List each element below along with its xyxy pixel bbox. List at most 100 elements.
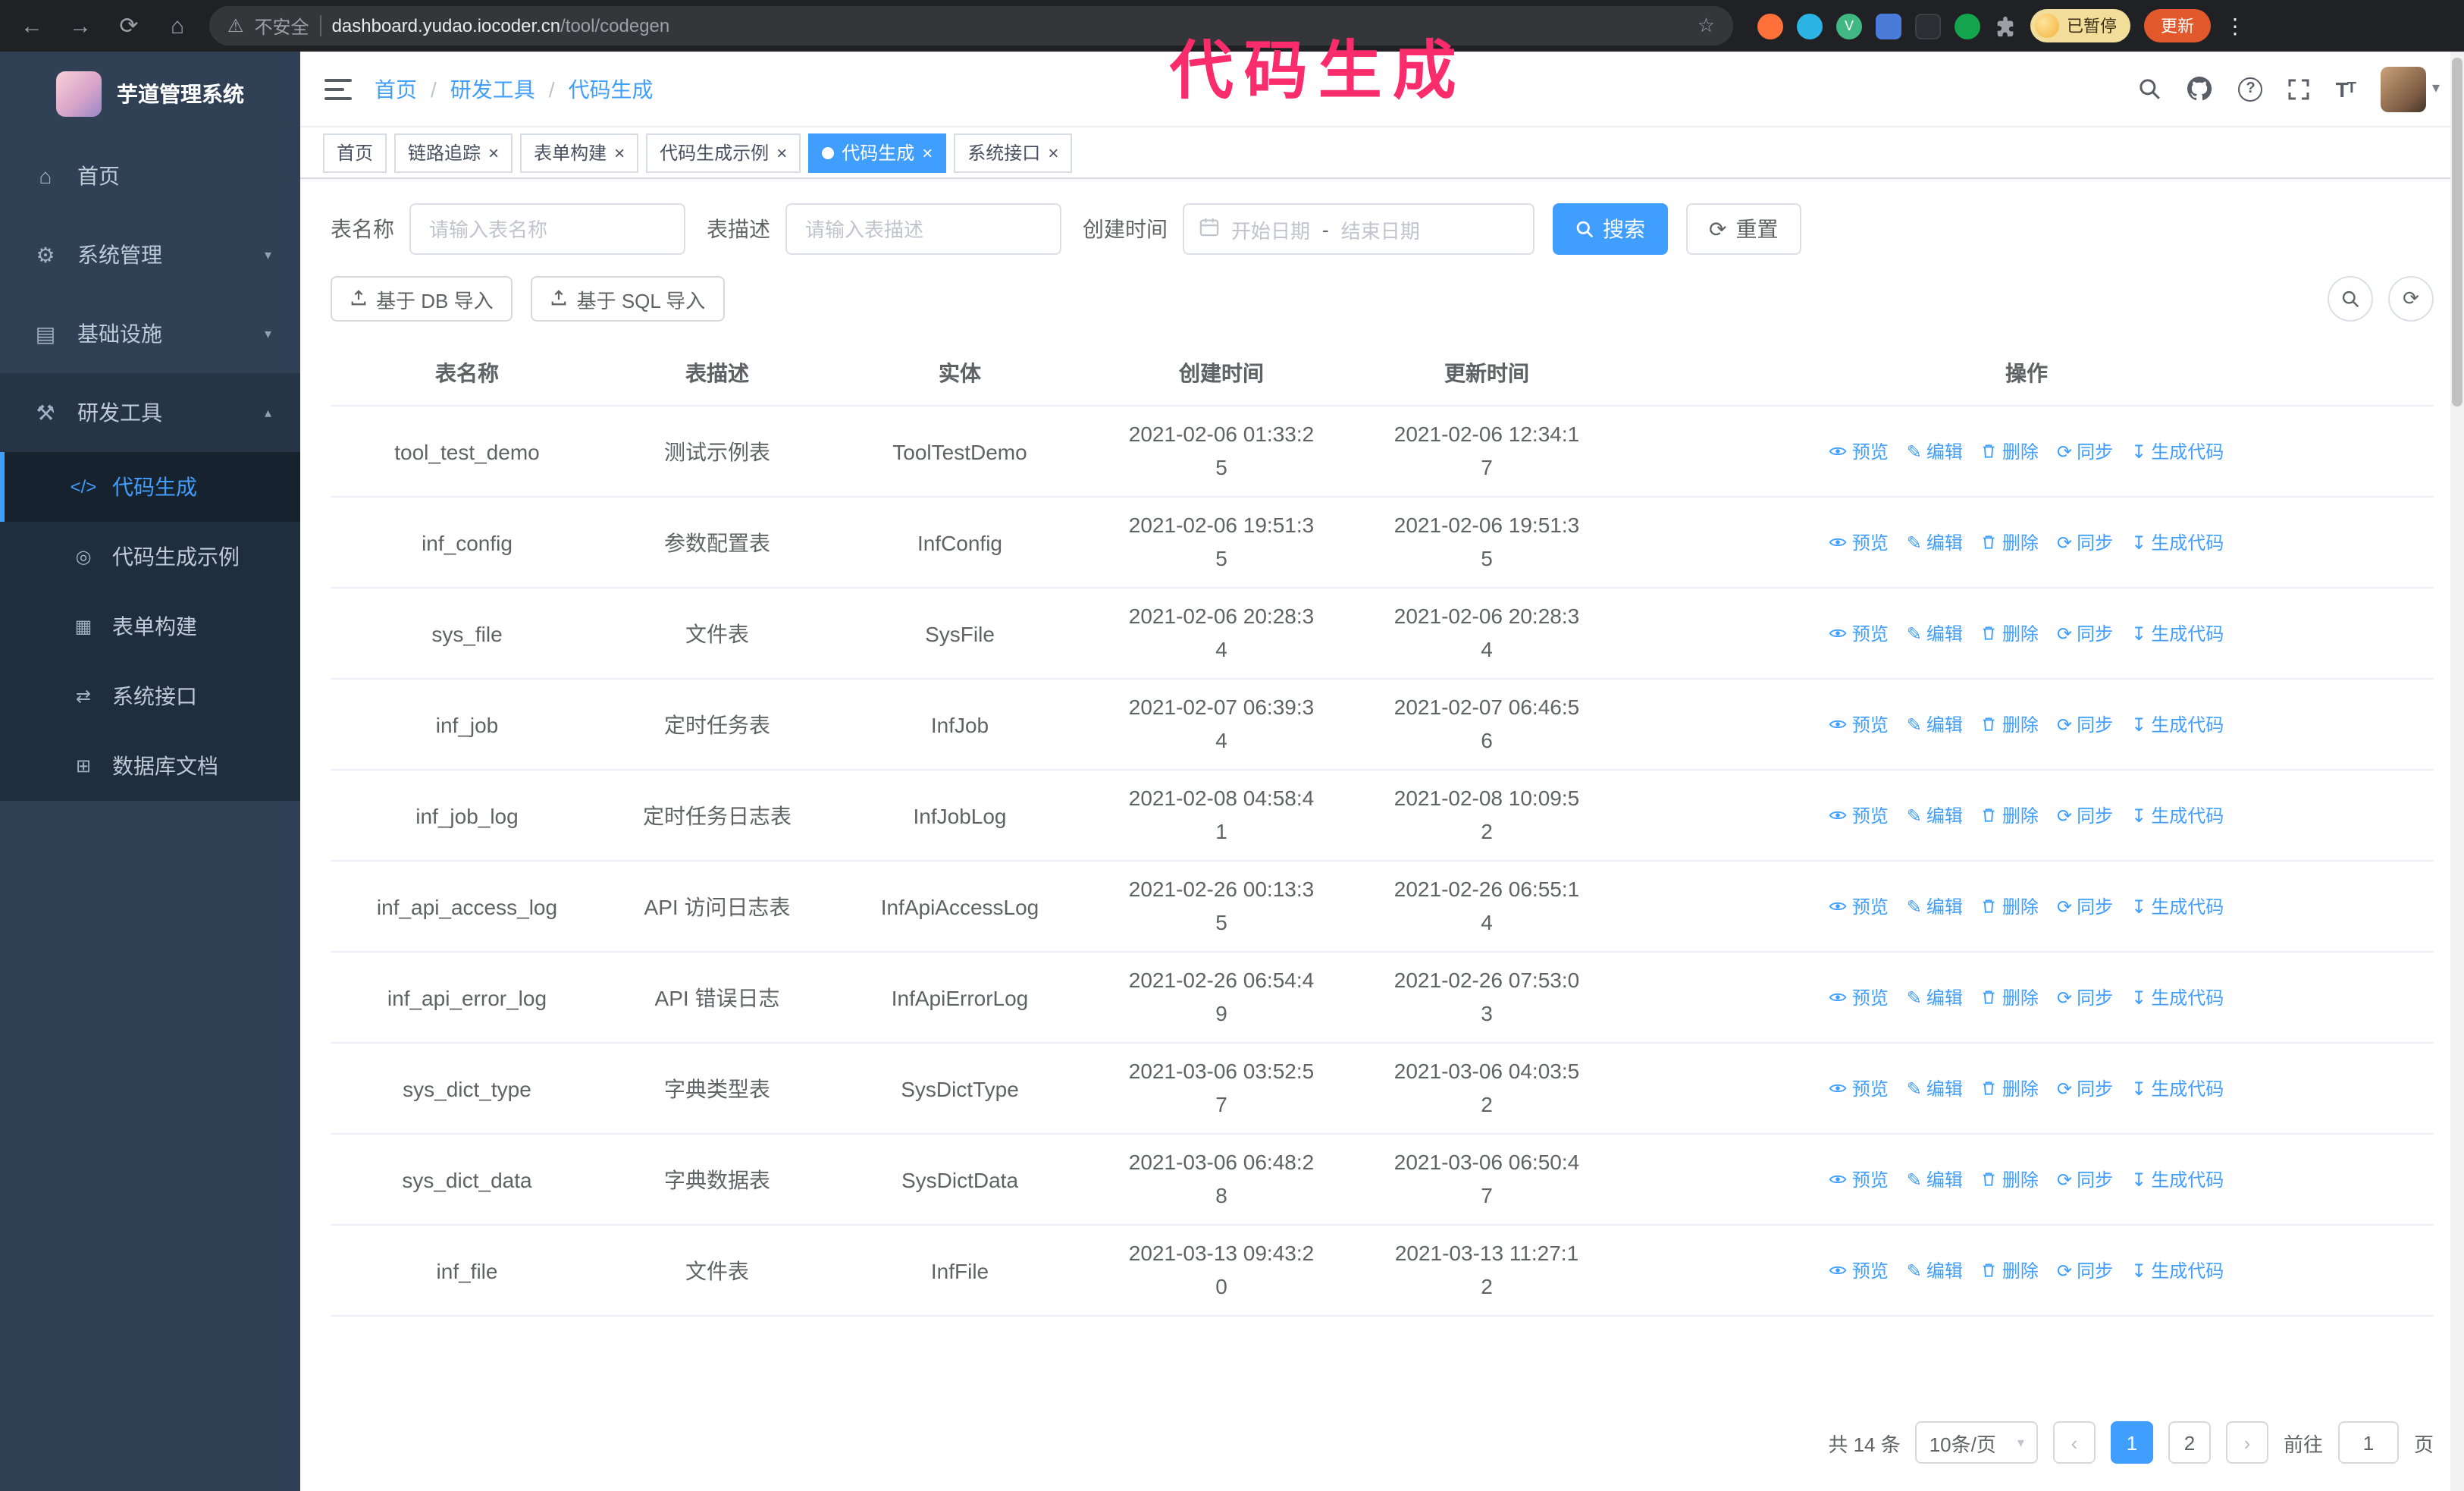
- edit-link[interactable]: ✎ 编辑: [1907, 620, 1963, 646]
- generate-code-link[interactable]: ↧ 生成代码: [2131, 984, 2224, 1010]
- delete-link[interactable]: 删除: [1981, 984, 2039, 1010]
- sidebar-item-home[interactable]: ⌂ 首页: [0, 137, 300, 215]
- extension-icon-orange[interactable]: [1757, 13, 1783, 39]
- preview-link[interactable]: 预览: [1829, 1075, 1889, 1101]
- table-name-input[interactable]: [409, 203, 685, 255]
- search-icon[interactable]: [2139, 77, 2161, 100]
- delete-link[interactable]: 删除: [1981, 620, 2039, 646]
- extension-icon-dark[interactable]: [1915, 13, 1941, 39]
- hamburger-icon[interactable]: [324, 78, 352, 99]
- page-button-1[interactable]: 1: [2110, 1421, 2153, 1464]
- browser-home-icon[interactable]: ⌂: [161, 13, 194, 39]
- browser-reload-icon[interactable]: ⟳: [112, 12, 146, 39]
- extension-icon-blue[interactable]: [1797, 13, 1823, 39]
- generate-code-link[interactable]: ↧ 生成代码: [2131, 1257, 2224, 1283]
- preview-link[interactable]: 预览: [1829, 1257, 1889, 1283]
- tab-system-api[interactable]: 系统接口 ×: [954, 133, 1073, 172]
- sync-link[interactable]: ⟳ 同步: [2057, 529, 2113, 555]
- scrollbar-thumb[interactable]: [2452, 58, 2462, 406]
- tab-codegen-example[interactable]: 代码生成示例 ×: [646, 133, 801, 172]
- reset-button[interactable]: ⟳ 重置: [1686, 203, 1801, 255]
- toggle-search-button[interactable]: [2328, 276, 2373, 322]
- address-bar[interactable]: ⚠ 不安全 dashboard.yudao.iocoder.cn/tool/co…: [209, 6, 1733, 46]
- sync-link[interactable]: ⟳ 同步: [2057, 620, 2113, 646]
- close-icon[interactable]: ×: [776, 143, 787, 162]
- preview-link[interactable]: 预览: [1829, 438, 1889, 464]
- delete-link[interactable]: 删除: [1981, 529, 2039, 555]
- vue-devtools-icon[interactable]: V: [1836, 13, 1862, 39]
- generate-code-link[interactable]: ↧ 生成代码: [2131, 620, 2224, 646]
- extensions-puzzle-icon[interactable]: [1994, 14, 2017, 37]
- edit-link[interactable]: ✎ 编辑: [1907, 438, 1963, 464]
- font-size-icon[interactable]: TT: [2336, 77, 2356, 101]
- edit-link[interactable]: ✎ 编辑: [1907, 802, 1963, 828]
- preview-link[interactable]: 预览: [1829, 802, 1889, 828]
- sidebar-item-system-api[interactable]: ⇄ 系统接口: [0, 661, 300, 731]
- sync-link[interactable]: ⟳ 同步: [2057, 802, 2113, 828]
- sidebar-item-codegen-example[interactable]: ◎ 代码生成示例: [0, 522, 300, 592]
- delete-link[interactable]: 删除: [1981, 802, 2039, 828]
- sync-link[interactable]: ⟳ 同步: [2057, 984, 2113, 1010]
- close-icon[interactable]: ×: [488, 143, 499, 162]
- sidebar-item-form-builder[interactable]: ▦ 表单构建: [0, 592, 300, 661]
- table-desc-input[interactable]: [785, 203, 1061, 255]
- sync-link[interactable]: ⟳ 同步: [2057, 711, 2113, 737]
- delete-link[interactable]: 删除: [1981, 1075, 2039, 1101]
- preview-link[interactable]: 预览: [1829, 529, 1889, 555]
- generate-code-link[interactable]: ↧ 生成代码: [2131, 1166, 2224, 1192]
- bookmark-star-icon[interactable]: ☆: [1698, 14, 1715, 38]
- generate-code-link[interactable]: ↧ 生成代码: [2131, 529, 2224, 555]
- tab-tracing[interactable]: 链路追踪 ×: [394, 133, 513, 172]
- extension-icon-people[interactable]: [1876, 13, 1901, 39]
- preview-link[interactable]: 预览: [1829, 1166, 1889, 1192]
- edit-link[interactable]: ✎ 编辑: [1907, 1075, 1963, 1101]
- delete-link[interactable]: 删除: [1981, 438, 2039, 464]
- sidebar-item-db-doc[interactable]: ⊞ 数据库文档: [0, 731, 300, 801]
- sync-link[interactable]: ⟳ 同步: [2057, 893, 2113, 919]
- generate-code-link[interactable]: ↧ 生成代码: [2131, 802, 2224, 828]
- goto-page-input[interactable]: [2337, 1421, 2399, 1464]
- browser-profile-pill[interactable]: 已暂停: [2030, 9, 2130, 42]
- delete-link[interactable]: 删除: [1981, 711, 2039, 737]
- breadcrumb-home[interactable]: 首页: [375, 74, 417, 104]
- edit-link[interactable]: ✎ 编辑: [1907, 893, 1963, 919]
- github-icon[interactable]: [2187, 76, 2213, 102]
- import-sql-button[interactable]: 基于 SQL 导入: [531, 276, 726, 322]
- close-icon[interactable]: ×: [922, 143, 933, 162]
- prev-page-button[interactable]: ‹: [2052, 1421, 2096, 1464]
- refresh-table-button[interactable]: ⟳: [2388, 276, 2434, 322]
- sync-link[interactable]: ⟳ 同步: [2057, 1257, 2113, 1283]
- delete-link[interactable]: 删除: [1981, 893, 2039, 919]
- sync-link[interactable]: ⟳ 同步: [2057, 1166, 2113, 1192]
- browser-forward-icon[interactable]: →: [64, 13, 97, 39]
- tab-codegen[interactable]: 代码生成 ×: [808, 133, 947, 172]
- sync-link[interactable]: ⟳ 同步: [2057, 1075, 2113, 1101]
- search-button[interactable]: 搜索: [1553, 203, 1668, 255]
- next-page-button[interactable]: ›: [2225, 1421, 2268, 1464]
- preview-link[interactable]: 预览: [1829, 893, 1889, 919]
- edit-link[interactable]: ✎ 编辑: [1907, 529, 1963, 555]
- date-range-picker[interactable]: 开始日期 - 结束日期: [1183, 203, 1535, 255]
- close-icon[interactable]: ×: [614, 143, 625, 162]
- edit-link[interactable]: ✎ 编辑: [1907, 1257, 1963, 1283]
- browser-menu-icon[interactable]: ⋮: [2224, 13, 2246, 39]
- sidebar-item-infrastructure[interactable]: ▤ 基础设施 ▾: [0, 294, 300, 373]
- browser-update-button[interactable]: 更新: [2144, 9, 2211, 42]
- preview-link[interactable]: 预览: [1829, 620, 1889, 646]
- edit-link[interactable]: ✎ 编辑: [1907, 711, 1963, 737]
- generate-code-link[interactable]: ↧ 生成代码: [2131, 893, 2224, 919]
- sidebar-item-system-management[interactable]: ⚙ 系统管理 ▾: [0, 215, 300, 294]
- delete-link[interactable]: 删除: [1981, 1166, 2039, 1192]
- page-button-2[interactable]: 2: [2168, 1421, 2211, 1464]
- extension-icon-green[interactable]: [1955, 13, 1980, 39]
- user-avatar[interactable]: ▾: [2380, 66, 2440, 111]
- import-db-button[interactable]: 基于 DB 导入: [331, 276, 513, 322]
- breadcrumb-dev-tools[interactable]: 研发工具: [450, 74, 535, 104]
- tab-home[interactable]: 首页: [323, 133, 387, 172]
- generate-code-link[interactable]: ↧ 生成代码: [2131, 438, 2224, 464]
- preview-link[interactable]: 预览: [1829, 711, 1889, 737]
- sync-link[interactable]: ⟳ 同步: [2057, 438, 2113, 464]
- help-icon[interactable]: ?: [2238, 77, 2263, 101]
- fullscreen-icon[interactable]: [2289, 78, 2310, 99]
- close-icon[interactable]: ×: [1048, 143, 1058, 162]
